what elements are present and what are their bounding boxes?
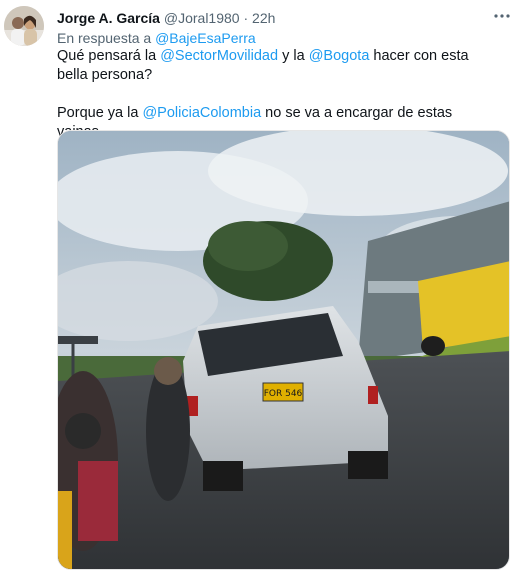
reply-context: En respuesta a @BajeEsaPerra — [57, 28, 256, 48]
text-segment: Porque ya la — [57, 105, 143, 121]
avatar[interactable] — [4, 6, 44, 46]
mention-policiacolombia[interactable]: @PoliciaColombia — [142, 105, 261, 121]
mention-sectormovilidad[interactable]: @SectorMovilidad — [160, 48, 278, 64]
mention-bogota[interactable]: @Bogota — [309, 48, 370, 64]
photo-street-scene: FOR 546 — [58, 131, 509, 569]
text-segment: y la — [278, 48, 309, 64]
tweet-text: Qué pensará la @SectorMovilidad y la @Bo… — [57, 47, 497, 142]
author-handle[interactable]: @Joral1980 — [164, 10, 240, 26]
more-horizontal-icon[interactable] — [488, 6, 516, 28]
reply-prefix: En respuesta a — [57, 30, 152, 46]
license-plate-text: FOR 546 — [264, 389, 303, 399]
author-name[interactable]: Jorge A. García — [57, 10, 160, 26]
separator-dot: · — [243, 10, 249, 26]
tweet-paragraph-1: Qué pensará la @SectorMovilidad y la @Bo… — [57, 47, 497, 85]
reply-to-mention[interactable]: @BajeEsaPerra — [155, 30, 256, 46]
tweet-media-photo[interactable]: FOR 546 — [57, 130, 510, 570]
text-segment: Qué pensará la — [57, 48, 161, 64]
tweet[interactable]: Jorge A. García @Joral1980 · 22h En resp… — [0, 0, 522, 574]
tweet-header: Jorge A. García @Joral1980 · 22h — [57, 8, 492, 28]
timestamp[interactable]: 22h — [252, 10, 275, 26]
